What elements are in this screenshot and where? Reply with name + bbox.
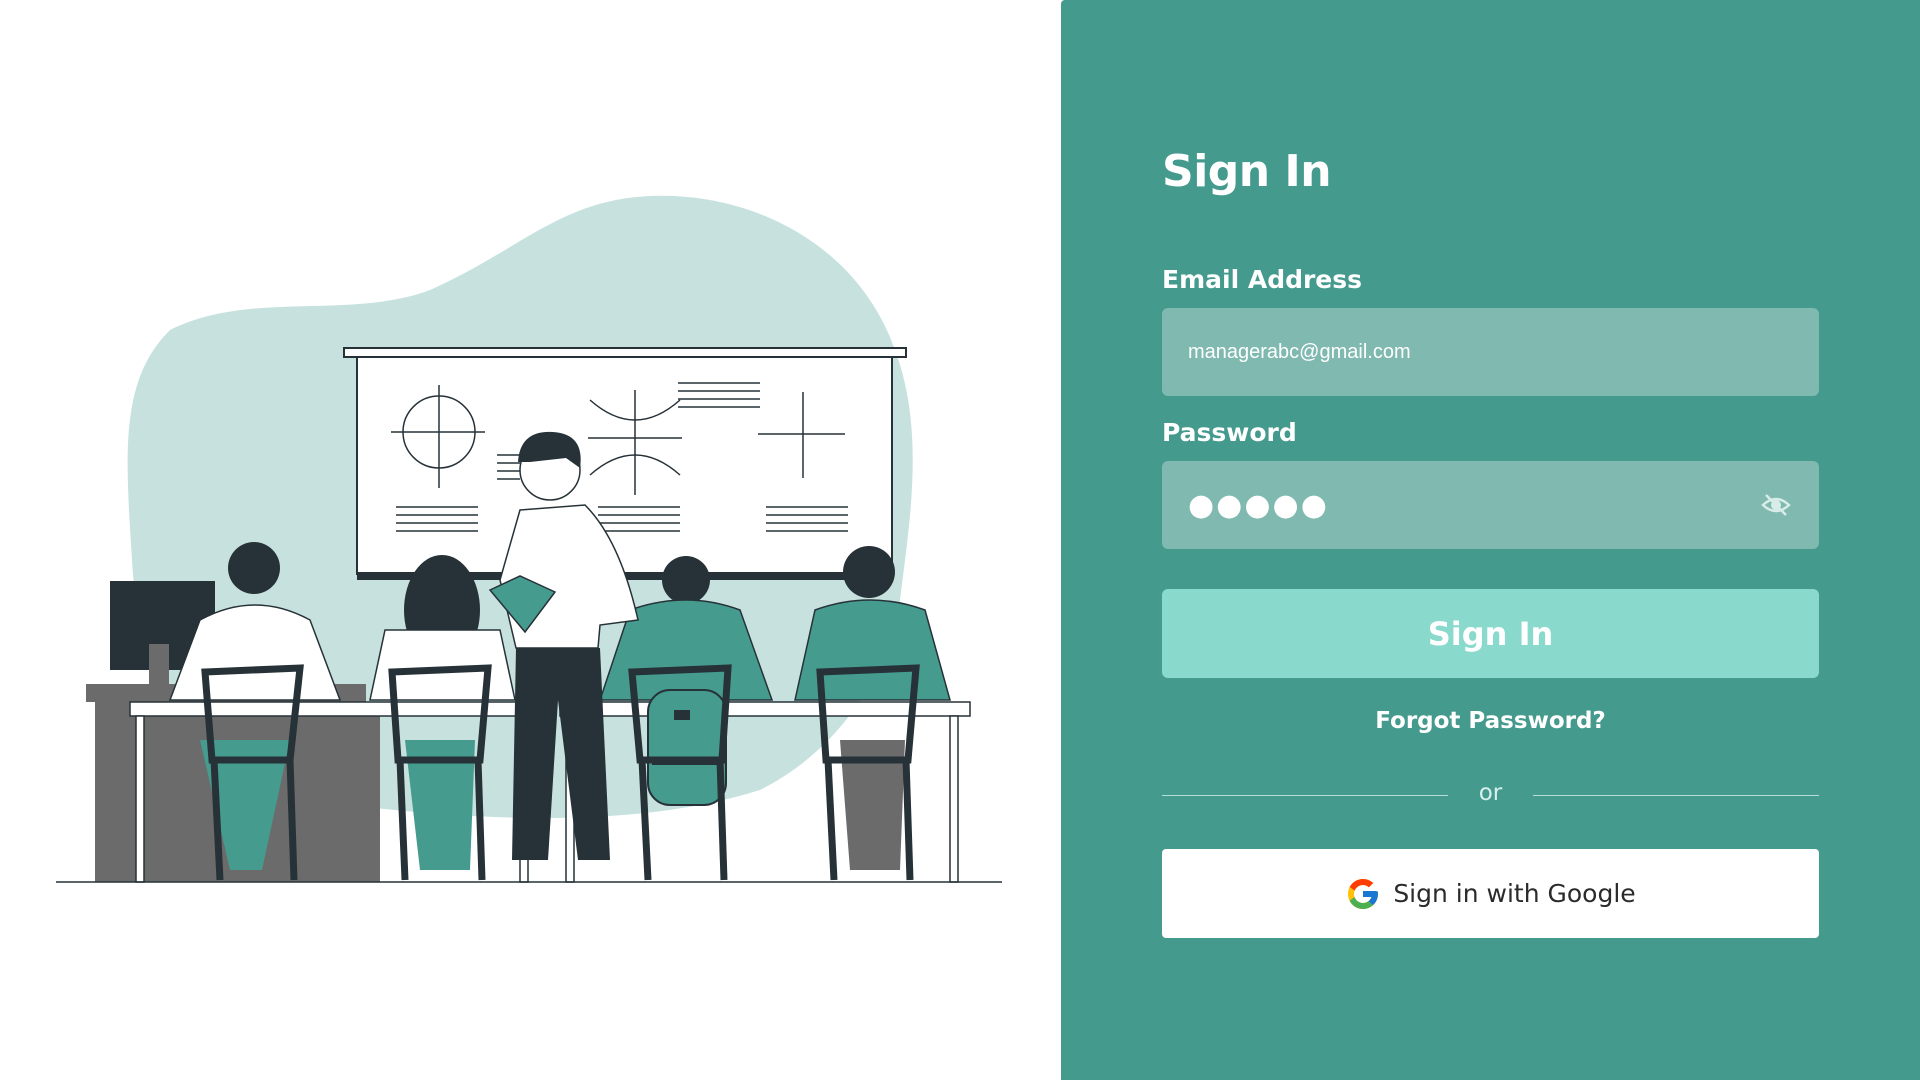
classroom-illustration <box>0 0 1061 1080</box>
student-4-head <box>843 546 895 598</box>
student-1-head <box>228 542 280 594</box>
or-label: or <box>1478 780 1503 806</box>
whiteboard <box>356 356 893 575</box>
monitor-stand <box>149 644 169 684</box>
eye-off-icon[interactable] <box>1759 488 1793 522</box>
student-3-backpack <box>647 689 727 806</box>
desk-surface-left <box>129 701 539 717</box>
password-field[interactable]: ●●●●● <box>1162 461 1819 549</box>
password-value: ●●●●● <box>1188 487 1329 523</box>
email-value: managerabc@gmail.com <box>1188 340 1411 363</box>
password-label: Password <box>1162 418 1297 447</box>
google-sign-in-button[interactable]: Sign in with Google <box>1162 849 1819 938</box>
divider-line-right <box>1533 795 1819 796</box>
forgot-password-link[interactable]: Forgot Password? <box>1162 708 1819 734</box>
student-3-head <box>662 556 710 604</box>
google-logo-icon <box>1348 878 1379 909</box>
whiteboard-rail <box>343 347 907 358</box>
google-sign-in-label: Sign in with Google <box>1393 879 1636 908</box>
signin-panel: Sign In Email Address managerabc@gmail.c… <box>1061 0 1920 1080</box>
sign-in-button[interactable]: Sign In <box>1162 589 1819 678</box>
page-title: Sign In <box>1162 146 1332 197</box>
email-label: Email Address <box>1162 265 1363 294</box>
signin-page: Sign In Email Address managerabc@gmail.c… <box>0 0 1920 1080</box>
email-field[interactable]: managerabc@gmail.com <box>1162 308 1819 396</box>
classroom-illustration-svg <box>56 195 1002 883</box>
or-divider: or <box>1162 780 1819 810</box>
